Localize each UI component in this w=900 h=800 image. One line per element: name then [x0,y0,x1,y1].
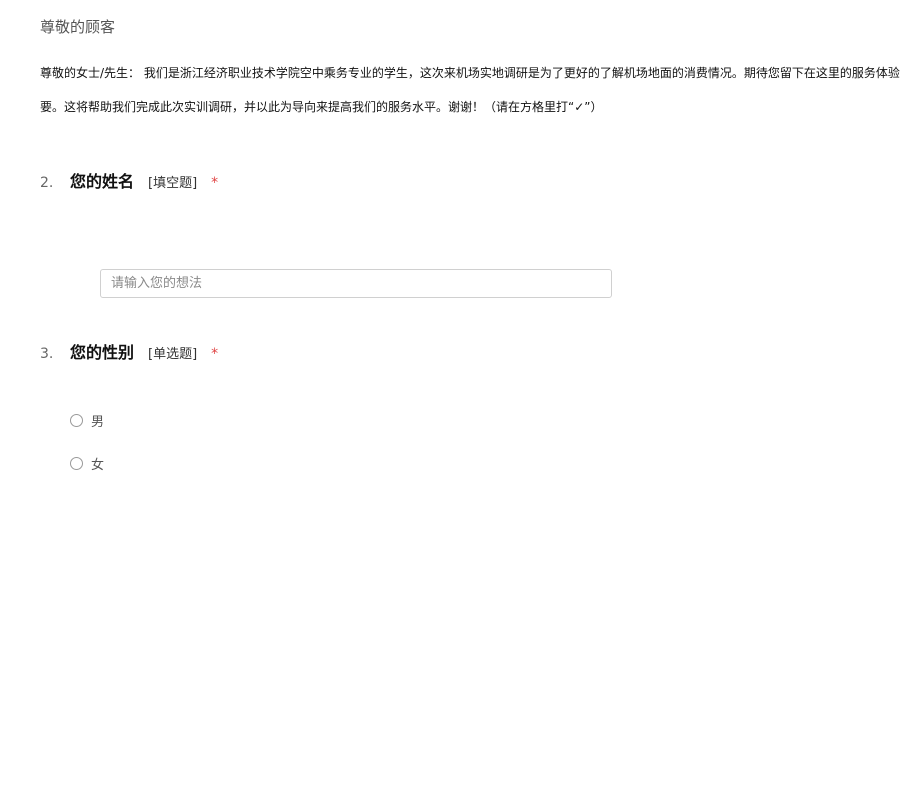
survey-intro: 尊敬的女士/先生： 我们是浙江经济职业技术学院空中乘务专业的学生，这次来机场实地… [40,56,900,124]
intro-line-1: 尊敬的女士/先生： 我们是浙江经济职业技术学院空中乘务专业的学生，这次来机场实地… [40,66,900,80]
question-number: 2. [40,175,54,191]
question-2-header: 2. 您的姓名 [填空题] * [40,168,218,192]
radio-circle-icon[interactable] [70,413,83,427]
question-title: 您的性别 [70,343,135,362]
question-type: [填空题] [148,176,198,191]
name-input[interactable] [100,269,612,298]
radio-label: 女 [91,457,105,473]
survey-greeting: 尊敬的顾客 [40,18,116,36]
question-3-header: 3. 您的性别 [单选题] * [40,339,218,363]
required-mark: * [211,175,219,191]
required-mark: * [211,346,219,362]
question-type: [单选题] [148,347,198,362]
radio-label: 男 [91,414,105,430]
gender-option-female[interactable]: 女 [70,453,104,473]
gender-option-male[interactable]: 男 [70,410,104,430]
radio-circle-icon[interactable] [70,456,83,470]
question-number: 3. [40,346,54,362]
intro-line-2: 要。这将帮助我们完成此次实训调研，并以此为导向来提高我们的服务水平。谢谢！（请在… [40,100,603,114]
question-title: 您的姓名 [70,172,135,191]
